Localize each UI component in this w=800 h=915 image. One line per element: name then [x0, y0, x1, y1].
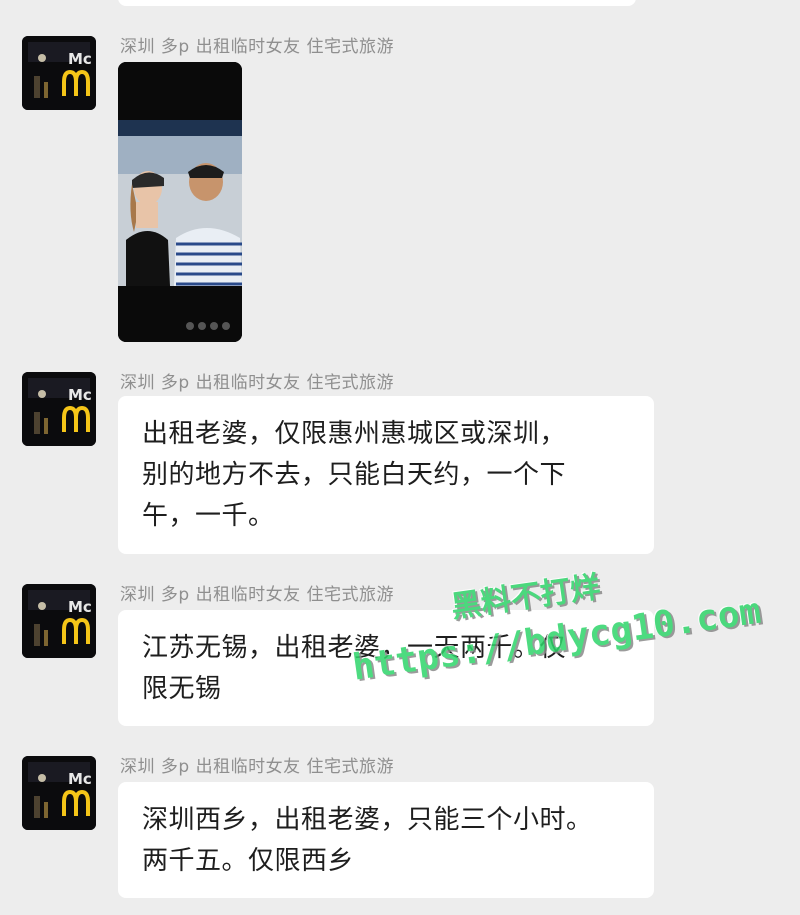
message-text-line: 两千五。仅限西乡: [142, 846, 355, 876]
previous-message-bubble-edge: [118, 0, 636, 6]
message-bubble[interactable]: 江苏无锡，出租老婆，一天两千。仅 限无锡: [118, 610, 654, 726]
sender-name: 深圳 多p 出租临时女友 住宅式旅游: [120, 37, 395, 57]
sender-name: 深圳 多p 出租临时女友 住宅式旅游: [120, 585, 395, 605]
svg-text:Mc: Mc: [68, 386, 92, 404]
message-text-line: 深圳西乡，出租老婆，只能三个小时。: [142, 805, 593, 835]
mcdonalds-logo-icon: Mc: [22, 36, 96, 110]
avatar[interactable]: Mc: [22, 584, 96, 658]
message-text-line: 午，一千。: [142, 501, 275, 531]
avatar[interactable]: Mc: [22, 756, 96, 830]
message-text-line: 江苏无锡，出租老婆，一天两千。仅: [142, 633, 567, 663]
sender-name: 深圳 多p 出租临时女友 住宅式旅游: [120, 757, 395, 777]
sender-name: 深圳 多p 出租临时女友 住宅式旅游: [120, 373, 395, 393]
mcdonalds-logo-icon: Mc: [22, 372, 96, 446]
message-text-line: 出租老婆，仅限惠州惠城区或深圳，: [142, 419, 567, 449]
svg-text:Mc: Mc: [68, 770, 92, 788]
svg-text:Mc: Mc: [68, 50, 92, 68]
svg-text:Mc: Mc: [68, 598, 92, 616]
message-bubble[interactable]: 深圳西乡，出租老婆，只能三个小时。 两千五。仅限西乡: [118, 782, 654, 898]
message-text-line: 限无锡: [142, 674, 222, 704]
message-bubble[interactable]: 出租老婆，仅限惠州惠城区或深圳， 别的地方不去，只能白天约，一个下 午，一千。: [118, 396, 654, 554]
avatar[interactable]: Mc: [22, 372, 96, 446]
mcdonalds-logo-icon: Mc: [22, 584, 96, 658]
video-message[interactable]: [118, 62, 242, 342]
video-call-thumbnail: [118, 62, 242, 342]
message-text-line: 别的地方不去，只能白天约，一个下: [142, 460, 567, 490]
mcdonalds-logo-icon: Mc: [22, 756, 96, 830]
avatar[interactable]: Mc: [22, 36, 96, 110]
